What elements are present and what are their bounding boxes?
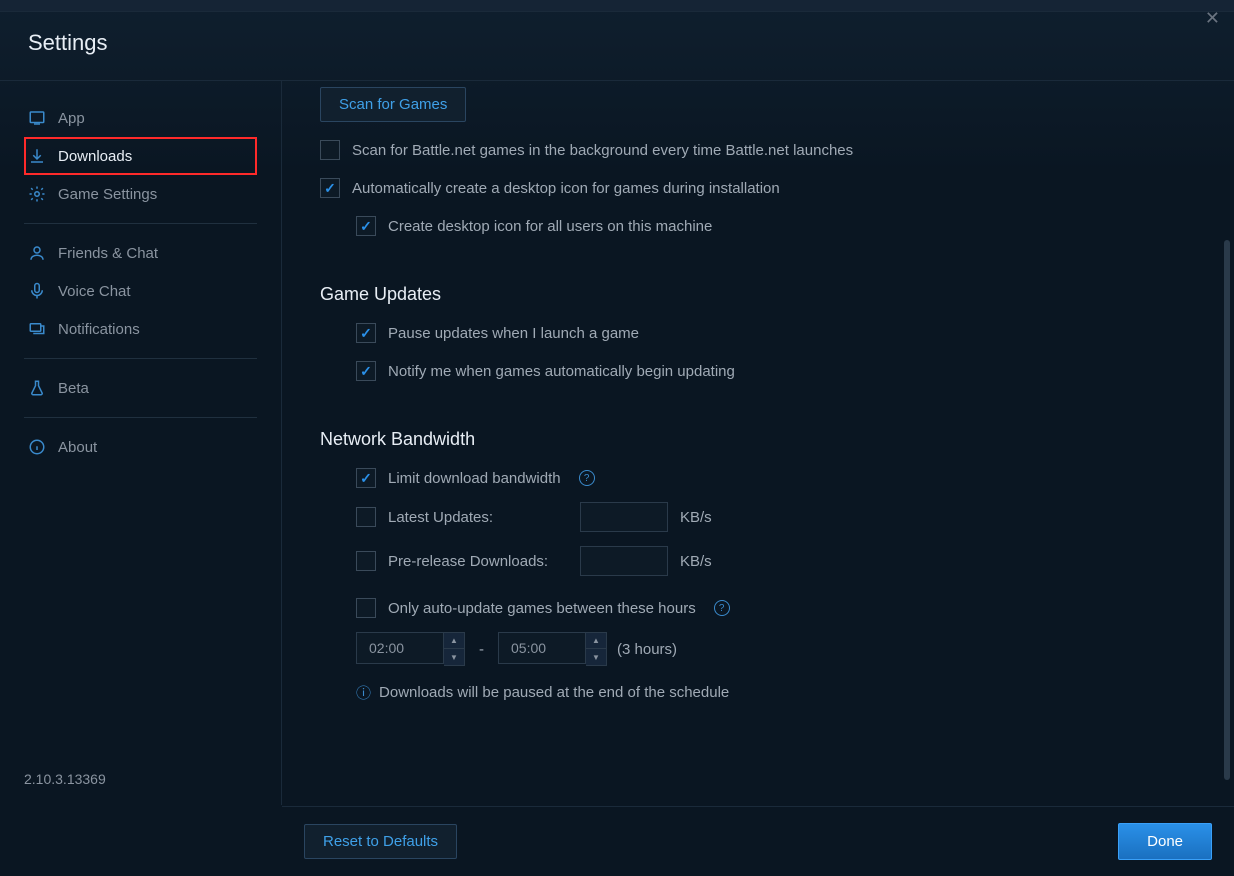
limit-bandwidth-label: Limit download bandwidth bbox=[388, 470, 561, 487]
time-end-up-button[interactable]: ▲ bbox=[586, 633, 606, 649]
header: Settings bbox=[0, 12, 1234, 81]
latest-updates-input[interactable] bbox=[580, 502, 668, 532]
notifications-icon bbox=[28, 320, 46, 338]
network-bandwidth-title: Network Bandwidth bbox=[320, 429, 1196, 450]
limit-bandwidth-checkbox[interactable] bbox=[356, 468, 376, 488]
divider bbox=[24, 417, 257, 418]
latest-updates-checkbox[interactable] bbox=[356, 507, 376, 527]
divider bbox=[24, 223, 257, 224]
sidebar-item-label: App bbox=[58, 110, 85, 127]
done-button[interactable]: Done bbox=[1118, 823, 1212, 860]
prerelease-input[interactable] bbox=[580, 546, 668, 576]
latest-updates-label: Latest Updates: bbox=[388, 509, 568, 526]
scrollbar[interactable] bbox=[1224, 240, 1230, 780]
scan-background-checkbox[interactable] bbox=[320, 140, 340, 160]
sidebar-item-beta[interactable]: Beta bbox=[24, 369, 257, 407]
sidebar-item-notifications[interactable]: Notifications bbox=[24, 310, 257, 348]
time-start-input[interactable]: 02:00 bbox=[356, 632, 444, 664]
reset-defaults-button[interactable]: Reset to Defaults bbox=[304, 824, 457, 859]
help-icon[interactable]: ? bbox=[579, 470, 595, 486]
sidebar-item-label: Beta bbox=[58, 380, 89, 397]
auto-desktop-icon-checkbox[interactable] bbox=[320, 178, 340, 198]
download-icon bbox=[28, 147, 46, 165]
sidebar-item-label: About bbox=[58, 439, 97, 456]
sidebar-item-game-settings[interactable]: Game Settings bbox=[24, 175, 257, 213]
schedule-info-label: Downloads will be paused at the end of t… bbox=[379, 684, 729, 701]
microphone-icon bbox=[28, 282, 46, 300]
footer: Reset to Defaults Done bbox=[282, 806, 1234, 876]
duration-label: (3 hours) bbox=[617, 641, 677, 658]
sidebar-item-label: Friends & Chat bbox=[58, 245, 158, 262]
pause-updates-label: Pause updates when I launch a game bbox=[388, 325, 639, 342]
info-icon bbox=[28, 438, 46, 456]
divider bbox=[24, 358, 257, 359]
main-content: Scan for Games Scan for Battle.net games… bbox=[282, 81, 1234, 805]
sidebar-item-label: Downloads bbox=[58, 148, 132, 165]
notify-updates-checkbox[interactable] bbox=[356, 361, 376, 381]
app-icon bbox=[28, 109, 46, 127]
scan-games-button[interactable]: Scan for Games bbox=[320, 87, 466, 122]
sidebar-item-friends[interactable]: Friends & Chat bbox=[24, 234, 257, 272]
time-dash: - bbox=[479, 641, 484, 658]
all-users-icon-checkbox[interactable] bbox=[356, 216, 376, 236]
sidebar-item-label: Notifications bbox=[58, 321, 140, 338]
sidebar-item-label: Game Settings bbox=[58, 186, 157, 203]
time-start-up-button[interactable]: ▲ bbox=[444, 633, 464, 649]
sidebar-item-label: Voice Chat bbox=[58, 283, 131, 300]
info-icon: ⓘ bbox=[356, 682, 371, 703]
pause-updates-checkbox[interactable] bbox=[356, 323, 376, 343]
unit-label: KB/s bbox=[680, 509, 712, 526]
game-settings-icon bbox=[28, 185, 46, 203]
prerelease-checkbox[interactable] bbox=[356, 551, 376, 571]
unit-label: KB/s bbox=[680, 553, 712, 570]
all-users-icon-label: Create desktop icon for all users on thi… bbox=[388, 218, 712, 235]
page-title: Settings bbox=[28, 30, 1206, 56]
game-updates-title: Game Updates bbox=[320, 284, 1196, 305]
time-end-input[interactable]: 05:00 bbox=[498, 632, 586, 664]
friends-icon bbox=[28, 244, 46, 262]
flask-icon bbox=[28, 379, 46, 397]
sidebar-item-downloads[interactable]: Downloads bbox=[24, 137, 257, 175]
auto-desktop-icon-label: Automatically create a desktop icon for … bbox=[352, 180, 780, 197]
only-auto-update-label: Only auto-update games between these hou… bbox=[388, 600, 696, 617]
time-end-down-button[interactable]: ▼ bbox=[586, 649, 606, 665]
notify-updates-label: Notify me when games automatically begin… bbox=[388, 363, 735, 380]
sidebar: App Downloads Game Settings Friends bbox=[0, 81, 282, 805]
sidebar-item-app[interactable]: App bbox=[24, 99, 257, 137]
help-icon[interactable]: ? bbox=[714, 600, 730, 616]
prerelease-label: Pre-release Downloads: bbox=[388, 553, 568, 570]
only-auto-update-checkbox[interactable] bbox=[356, 598, 376, 618]
sidebar-item-voice[interactable]: Voice Chat bbox=[24, 272, 257, 310]
version-label: 2.10.3.13369 bbox=[24, 771, 106, 787]
time-start-down-button[interactable]: ▼ bbox=[444, 649, 464, 665]
close-icon[interactable]: ✕ bbox=[1205, 8, 1220, 29]
scan-background-label: Scan for Battle.net games in the backgro… bbox=[352, 142, 853, 159]
sidebar-item-about[interactable]: About bbox=[24, 428, 257, 466]
